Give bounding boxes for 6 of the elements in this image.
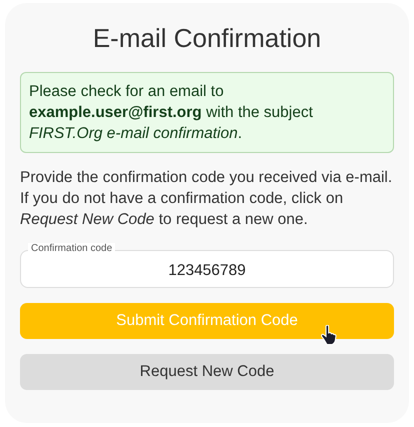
instructions-text: Provide the confirmation code you received via e-mail. If you do not have a confirmation code, click on Request New Code to request a new one. xyxy=(20,168,394,230)
hand-cursor-icon xyxy=(321,325,337,345)
notice-message: Please check for an email to example.user@first.org with the subject FIRST.Org e-mail confirmation. xyxy=(20,72,394,153)
page-title: E-mail Confirmation xyxy=(92,23,322,54)
confirmation-code-field[interactable]: 123456789 xyxy=(20,250,394,288)
request-button[interactable]: Request New Code xyxy=(20,354,394,390)
